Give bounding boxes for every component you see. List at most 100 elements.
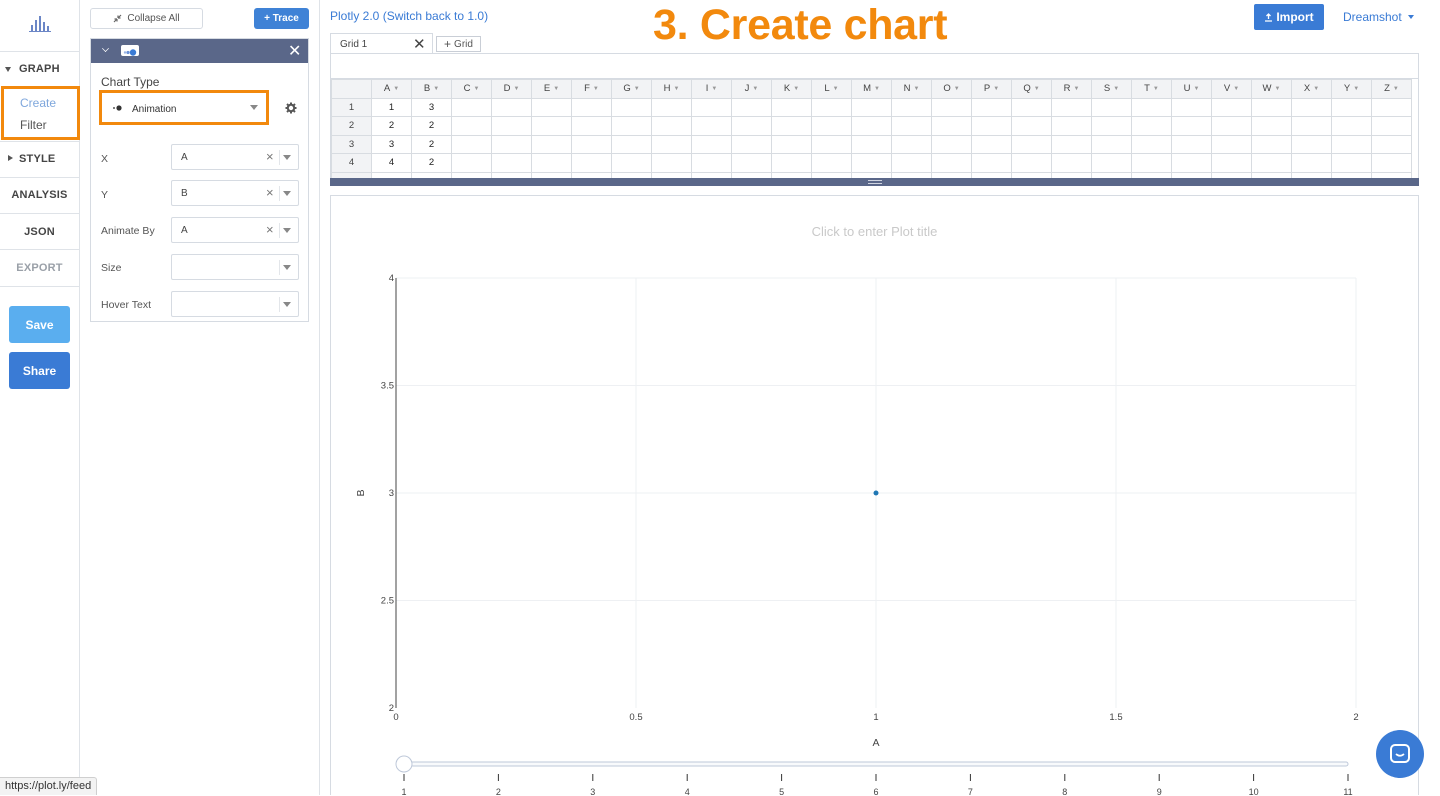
column-header-c[interactable]: C ▼ [451,79,492,99]
grid-cell[interactable] [1011,97,1052,117]
column-header-k[interactable]: K ▼ [771,79,812,99]
grid-cell[interactable] [651,116,692,136]
grid-cell[interactable] [1131,153,1172,173]
grid-cell[interactable]: 3 [371,134,412,154]
grid-cell[interactable] [691,134,732,154]
column-header-g[interactable]: G ▼ [611,79,652,99]
grid-cell[interactable] [771,153,812,173]
grid-cell[interactable] [1051,97,1092,117]
column-header-d[interactable]: D ▼ [491,79,532,99]
column-menu-icon[interactable]: ▼ [833,86,839,92]
nav-item-create[interactable]: Create [20,96,56,110]
grid-cell[interactable] [451,97,492,117]
column-menu-icon[interactable]: ▼ [793,86,799,92]
column-menu-icon[interactable]: ▼ [634,86,640,92]
grid-cell[interactable] [611,153,652,173]
grid-cell[interactable]: 2 [411,116,452,136]
nav-item-filter[interactable]: Filter [20,118,47,132]
grid-cell[interactable] [491,116,532,136]
import-button[interactable]: Import [1254,4,1324,30]
grid-cell[interactable] [1291,97,1332,117]
column-menu-icon[interactable]: ▼ [1034,86,1040,92]
grid-cell[interactable] [611,97,652,117]
x-axis-title[interactable]: A [872,737,879,749]
row-number[interactable]: 3 [331,134,372,154]
chat-button[interactable] [1376,730,1424,778]
column-menu-icon[interactable]: ▼ [673,86,679,92]
grid-cell[interactable] [811,116,852,136]
column-menu-icon[interactable]: ▼ [1353,86,1359,92]
column-menu-icon[interactable]: ▼ [1113,86,1119,92]
grid-cell[interactable] [771,97,812,117]
grid-cell[interactable] [931,153,972,173]
data-grid[interactable]: A ▼ B ▼ C ▼ D ▼ E ▼ F ▼ G ▼ H ▼ I ▼ J ▼ K ▼ L ▼ M ▼ N ▼ O ▼ P ▼ Q ▼ R ▼ S ▼ T ▼… [330,53,1419,179]
grid-cell[interactable] [1211,134,1252,154]
clear-icon[interactable]: × [266,149,274,164]
grid-cell[interactable] [971,153,1012,173]
grid-cell[interactable] [571,153,612,173]
grid-cell[interactable] [731,97,772,117]
column-menu-icon[interactable]: ▼ [1193,86,1199,92]
column-header-f[interactable]: F ▼ [571,79,612,99]
nav-section-json[interactable]: JSON [0,226,79,238]
trace-header[interactable]: ✕ [91,39,308,63]
user-menu[interactable]: Dreamshot [1343,10,1415,24]
grid-cell[interactable]: 2 [371,116,412,136]
add-grid-button[interactable]: + Grid [436,36,481,52]
grid-cell[interactable] [531,153,572,173]
grid-cell[interactable] [571,134,612,154]
grid-cell[interactable] [691,97,732,117]
grid-cell[interactable] [1131,134,1172,154]
column-menu-icon[interactable]: ▼ [1313,86,1319,92]
grid-cell[interactable] [1371,153,1412,173]
grid-cell[interactable] [1291,153,1332,173]
grid-cell[interactable] [731,134,772,154]
grid-cell[interactable] [1251,134,1292,154]
x-select[interactable]: A × [171,144,299,170]
grid-cell[interactable] [1091,153,1132,173]
column-menu-icon[interactable]: ▼ [393,86,399,92]
grid-cell[interactable] [531,116,572,136]
column-menu-icon[interactable]: ▼ [473,86,479,92]
grid-cell[interactable] [931,97,972,117]
grid-cell[interactable] [851,134,892,154]
grid-cell[interactable] [491,153,532,173]
grid-cell[interactable]: 2 [411,134,452,154]
grid-cell[interactable] [491,97,532,117]
collapse-all-button[interactable]: Collapse All [90,8,203,29]
column-menu-icon[interactable]: ▼ [913,86,919,92]
column-header-z[interactable]: Z ▼ [1371,79,1412,99]
column-menu-icon[interactable]: ▼ [1233,86,1239,92]
row-number[interactable]: 4 [331,153,372,173]
grid-cell[interactable] [531,134,572,154]
slider-rail[interactable] [403,761,1349,767]
add-trace-button[interactable]: + Trace [254,8,309,29]
grid-cell[interactable] [731,116,772,136]
column-header-l[interactable]: L ▼ [811,79,852,99]
grid-cell[interactable] [971,97,1012,117]
column-menu-icon[interactable]: ▼ [874,86,880,92]
grid-cell[interactable] [1171,116,1212,136]
column-menu-icon[interactable]: ▼ [752,86,758,92]
column-menu-icon[interactable]: ▼ [1073,86,1079,92]
column-header-y[interactable]: Y ▼ [1331,79,1372,99]
grid-cell[interactable] [451,153,492,173]
column-header-n[interactable]: N ▼ [891,79,932,99]
grid-cell[interactable] [531,97,572,117]
tab-grid-1[interactable]: Grid 1 ✕ [330,33,433,54]
grid-cell[interactable] [851,153,892,173]
grid-cell[interactable] [1091,116,1132,136]
grid-cell[interactable] [651,97,692,117]
grid-cell[interactable] [1371,134,1412,154]
column-header-j[interactable]: J ▼ [731,79,772,99]
slider-handle[interactable] [395,755,413,773]
grid-cell[interactable] [1171,153,1212,173]
column-menu-icon[interactable]: ▼ [711,86,717,92]
grid-cell[interactable] [651,134,692,154]
grid-cell[interactable] [1331,116,1372,136]
grid-cell[interactable] [1131,97,1172,117]
column-header-t[interactable]: T ▼ [1131,79,1172,99]
chart-type-select[interactable]: Animation [99,90,269,125]
row-number[interactable]: 1 [331,97,372,117]
column-header-w[interactable]: W ▼ [1251,79,1292,99]
